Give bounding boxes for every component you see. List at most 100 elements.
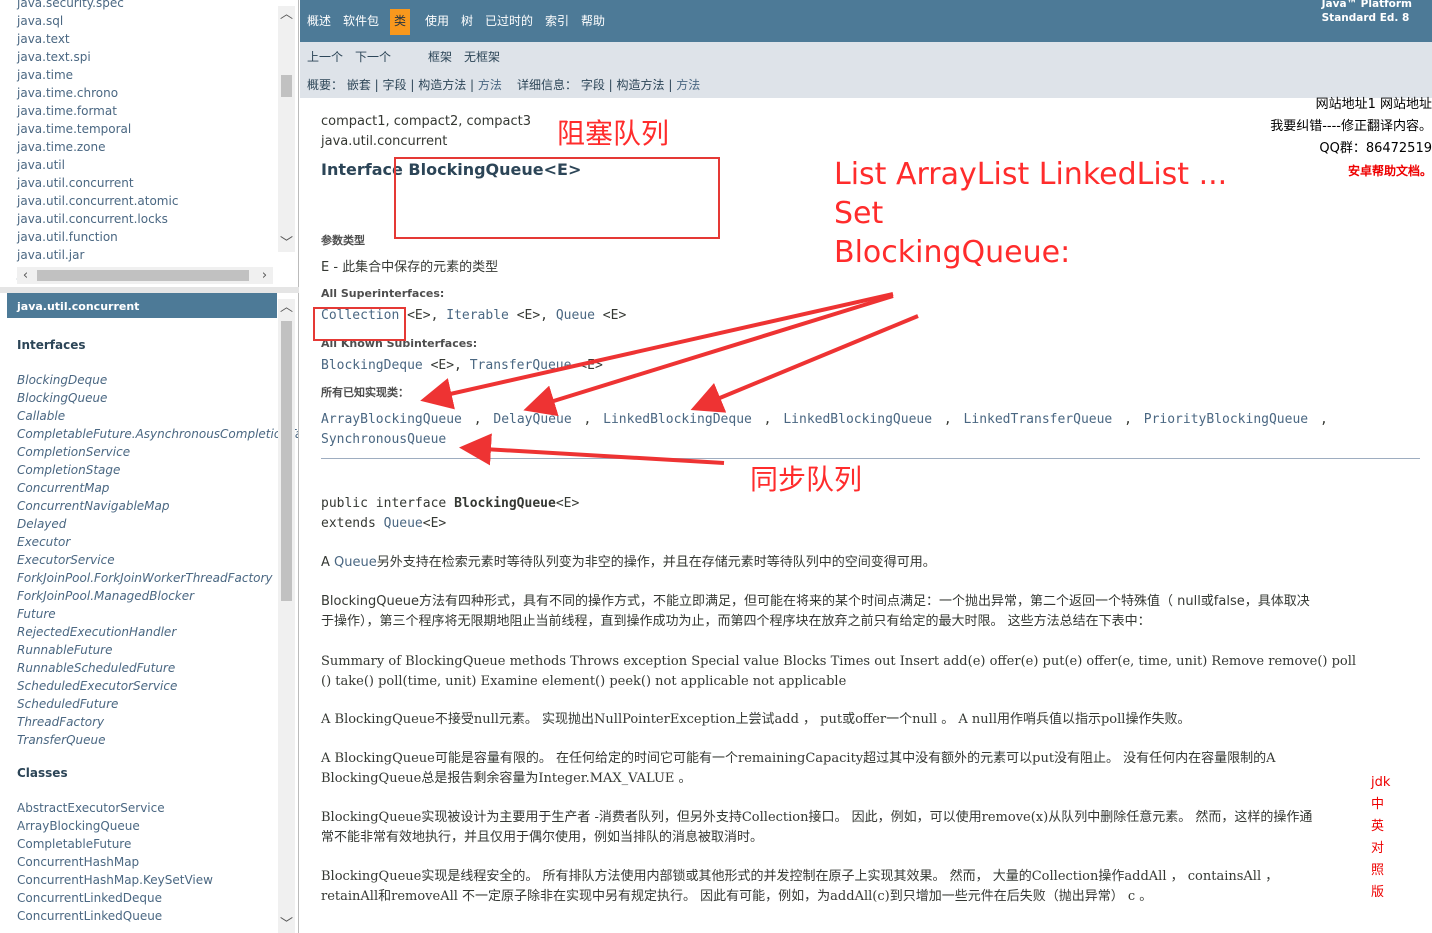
package-link[interactable]: java.sql	[17, 12, 178, 30]
jdk-bilingual-note[interactable]: jdk 中英对照版	[1371, 772, 1391, 904]
class-link[interactable]: ConcurrentHashMap	[17, 853, 279, 871]
scroll-down-arrow-icon[interactable]: ﹀	[278, 916, 295, 933]
interface-link[interactable]: Delayed	[17, 515, 279, 533]
nav-overview[interactable]: 概述	[307, 12, 331, 36]
package-link[interactable]: java.util.jar	[17, 246, 178, 264]
nav-index[interactable]: 索引	[545, 12, 569, 36]
decl-queue-link[interactable]: Queue	[384, 516, 423, 531]
summary-method-link[interactable]: 方法	[478, 78, 502, 92]
package-link[interactable]: java.text.spi	[17, 48, 178, 66]
scroll-down-arrow-icon[interactable]: ﹀	[278, 235, 295, 252]
prev-class-link[interactable]: 上一个	[307, 48, 343, 65]
impl-class-link[interactable]: SynchronousQueue	[321, 432, 446, 447]
package-link[interactable]: java.util.concurrent.atomic	[17, 192, 178, 210]
impl-class-link[interactable]: DelayQueue	[493, 412, 571, 427]
impl-class-link[interactable]: ArrayBlockingQueue	[321, 412, 462, 427]
interface-link[interactable]: BlockingDeque	[17, 371, 279, 389]
nav-package[interactable]: 软件包	[343, 12, 379, 36]
interface-link[interactable]: ForkJoinPool.ManagedBlocker	[17, 587, 279, 605]
scroll-up-arrow-icon[interactable]: ︿	[278, 299, 295, 316]
interface-link[interactable]: ConcurrentNavigableMap	[17, 497, 279, 515]
interface-link[interactable]: ForkJoinPool.ForkJoinWorkerThreadFactory	[17, 569, 279, 587]
impl-class-link[interactable]: LinkedBlockingQueue	[783, 412, 932, 427]
next-class-link[interactable]: 下一个	[355, 48, 391, 65]
class-list-frame: java.util.concurrent Interfaces Blocking…	[0, 293, 299, 933]
package-link[interactable]: java.security.spec	[17, 0, 178, 12]
superinterface-link[interactable]: Iterable	[446, 308, 509, 323]
interface-link[interactable]: RunnableFuture	[17, 641, 279, 659]
class-link[interactable]: ConcurrentLinkedQueue	[17, 907, 279, 925]
package-link[interactable]: java.text	[17, 30, 178, 48]
scroll-right-arrow-icon[interactable]: ›	[256, 267, 273, 284]
package-link[interactable]: java.time.chrono	[17, 84, 178, 102]
separator: ,	[575, 412, 600, 427]
package-link[interactable]: java.time	[17, 66, 178, 84]
noframes-link[interactable]: 无框架	[464, 48, 500, 65]
package-link[interactable]: java.time.format	[17, 102, 178, 120]
package-link[interactable]: java.time.zone	[17, 138, 178, 156]
impl-class-link[interactable]: LinkedTransferQueue	[964, 412, 1113, 427]
interface-link[interactable]: ExecutorService	[17, 551, 279, 569]
package-link[interactable]: java.util	[17, 156, 178, 174]
frames-link[interactable]: 框架	[428, 48, 452, 65]
desc-para-6: BlockingQueue实现被设计为主要用于生产者 -消费者队列，但另外支持C…	[321, 808, 1421, 848]
class-link[interactable]: ConcurrentHashMap.KeySetView	[17, 871, 279, 889]
class-link[interactable]: AbstractExecutorService	[17, 799, 279, 817]
interface-link[interactable]: Callable	[17, 407, 279, 425]
text: BlockingQueue实现被设计为主要用于生产者 -消费者队列，但另外支持C…	[321, 810, 1313, 825]
text: Summary of BlockingQueue methods Throws …	[321, 654, 1357, 669]
subinterface-link[interactable]: BlockingDeque	[321, 358, 423, 373]
class-link[interactable]: ConcurrentLinkedDeque	[17, 889, 279, 907]
interface-link[interactable]: CompletionService	[17, 443, 279, 461]
interface-link[interactable]: Future	[17, 605, 279, 623]
interface-link[interactable]: ScheduledFuture	[17, 695, 279, 713]
nav-help[interactable]: 帮助	[581, 12, 605, 36]
package-header[interactable]: java.util.concurrent	[7, 293, 277, 318]
class-link[interactable]: CompletableFuture	[17, 835, 279, 853]
annotation-set-line: Set	[834, 196, 884, 231]
impl-class-link[interactable]: PriorityBlockingQueue	[1144, 412, 1308, 427]
class-list-vscrollbar[interactable]: ︿ ﹀	[278, 299, 295, 933]
scroll-left-arrow-icon[interactable]: ‹	[17, 267, 34, 284]
interface-link[interactable]: ThreadFactory	[17, 713, 279, 731]
interface-link[interactable]: ConcurrentMap	[17, 479, 279, 497]
nav-use[interactable]: 使用	[425, 12, 449, 36]
superinterface-link[interactable]: Queue	[556, 308, 595, 323]
package-link[interactable]: java.util.concurrent.locks	[17, 210, 178, 228]
summary-nested: 嵌套	[346, 78, 371, 92]
interface-link[interactable]: Executor	[17, 533, 279, 551]
detail-method-link[interactable]: 方法	[676, 78, 700, 92]
class-link[interactable]: ArrayBlockingQueue	[17, 817, 279, 835]
separator: ,	[1312, 412, 1336, 427]
package-link[interactable]: java.util.function	[17, 228, 178, 246]
summary-ctor: 构造方法	[418, 78, 467, 92]
subinterface-link[interactable]: TransferQueue	[470, 358, 572, 373]
package-name: java.util.concurrent	[321, 134, 448, 149]
hscroll-thumb[interactable]	[37, 270, 249, 281]
interface-link[interactable]: BlockingQueue	[17, 389, 279, 407]
jdk-note-char: 版	[1371, 885, 1385, 900]
summary-table-text: Summary of BlockingQueue methods Throws …	[321, 652, 1421, 692]
interface-link[interactable]: TransferQueue	[17, 731, 279, 749]
scroll-thumb[interactable]	[281, 75, 292, 97]
interface-link[interactable]: RejectedExecutionHandler	[17, 623, 279, 641]
jdk-note-char: 照	[1371, 863, 1385, 878]
separator: |	[370, 78, 383, 92]
scroll-up-arrow-icon[interactable]: ︿	[278, 6, 295, 23]
package-link[interactable]: java.time.temporal	[17, 120, 178, 138]
queue-link[interactable]: Queue	[334, 555, 377, 570]
package-link[interactable]: java.util.concurrent	[17, 174, 178, 192]
interface-link[interactable]: CompletableFuture.AsynchronousCompletion…	[17, 425, 298, 443]
package-list-vscrollbar[interactable]: ︿ ﹀	[278, 6, 295, 252]
nav-deprecated[interactable]: 已过时的	[485, 12, 533, 36]
interface-link[interactable]: RunnableScheduledFuture	[17, 659, 279, 677]
nav-class-active[interactable]: 类	[390, 9, 411, 35]
scroll-thumb[interactable]	[281, 321, 292, 601]
nav-tree[interactable]: 树	[461, 12, 473, 36]
impl-class-link[interactable]: LinkedBlockingDeque	[603, 412, 752, 427]
interface-link[interactable]: CompletionStage	[17, 461, 279, 479]
interface-link[interactable]: ScheduledExecutorService	[17, 677, 279, 695]
text: BlockingQueue实现是线程安全的。 所有排队方法使用内部锁或其他形式的…	[321, 869, 1279, 884]
package-list-hscrollbar[interactable]: ‹ ›	[17, 267, 273, 284]
subinterfaces-list: BlockingDeque <E>, TransferQueue <E>	[321, 358, 1421, 373]
